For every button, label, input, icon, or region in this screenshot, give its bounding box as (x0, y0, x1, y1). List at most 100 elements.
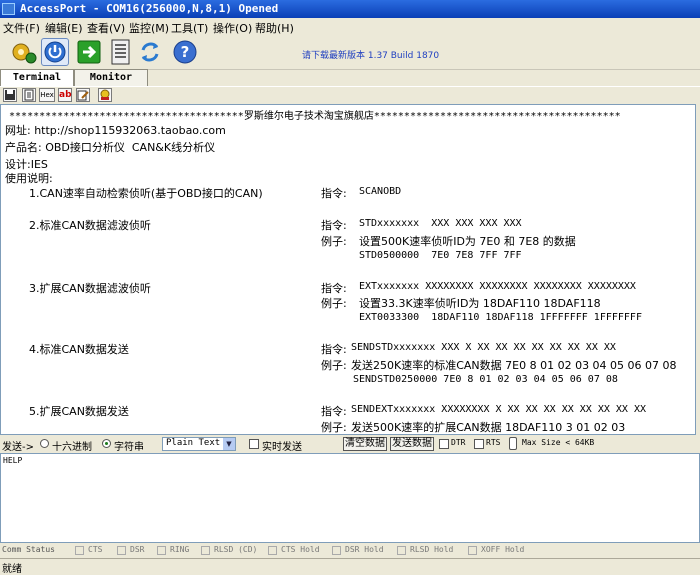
hex-display-button[interactable]: Hex (39, 88, 55, 102)
status-bar: 就绪 (0, 558, 700, 575)
item-text: 设置33.3K速率侦听ID为 18DAF110 18DAF118 (359, 297, 601, 310)
dsr-hold-indicator (332, 546, 341, 555)
banner-line: ***************************************罗… (3, 111, 621, 122)
item-title: 2.标准CAN数据滤波侦听 (29, 219, 151, 232)
rts-label: RTS (486, 438, 501, 447)
crlf-icon[interactable] (98, 88, 112, 102)
menu-edit[interactable]: 编辑(E) (45, 20, 83, 36)
item-label: 例子: (321, 297, 351, 310)
item-title: 1.CAN速率自动检索侦听(基于OBD接口的CAN) (29, 187, 263, 200)
rlsd-indicator (201, 546, 210, 555)
document-icon[interactable] (106, 38, 134, 66)
tab-monitor[interactable]: Monitor (74, 69, 148, 86)
ring-indicator (157, 546, 166, 555)
dsr-label: DSR (130, 545, 145, 554)
website-line: 网址: http://shop115932063.taobao.com (5, 124, 226, 137)
chevron-down-icon[interactable]: ▼ (223, 438, 235, 450)
menu-bar: 文件(F) 编辑(E) 查看(V) 监控(M) 工具(T) 操作(O) 帮助(H… (0, 18, 700, 35)
item-text: STDxxxxxxx XXX XXX XXX XXX (359, 218, 522, 229)
clear-page-icon[interactable] (22, 88, 36, 102)
item-label: 指令: (321, 282, 351, 295)
xoff-hold-indicator (468, 546, 477, 555)
edit-icon[interactable] (76, 88, 90, 102)
hex-radio[interactable] (40, 439, 49, 448)
realtime-send-checkbox[interactable] (249, 439, 259, 449)
forward-arrow-icon[interactable] (75, 38, 103, 66)
item-title: 3.扩展CAN数据滤波侦听 (29, 282, 151, 295)
comm-status-label: Comm Status (2, 545, 55, 554)
power-icon[interactable] (41, 38, 69, 66)
item-label: 指令: (321, 343, 347, 356)
send-input-area[interactable]: HELP (0, 453, 700, 543)
refresh-icon[interactable] (136, 38, 164, 66)
text-mode-select[interactable]: Plain Text ▼ (162, 437, 236, 451)
rts-checkbox[interactable] (474, 439, 484, 449)
product-line: 产品名: OBD接口分析仪 CAN&K线分析仪 (5, 141, 216, 154)
hex-radio-label: 十六进制 (52, 442, 92, 453)
terminal-toolbar: Hex ab (0, 86, 700, 104)
menu-file[interactable]: 文件(F) (3, 20, 40, 36)
item-label: 指令: (321, 219, 351, 232)
send-label: 发送-> (2, 442, 34, 453)
dsr-indicator (117, 546, 126, 555)
tab-terminal[interactable]: Terminal (0, 69, 74, 86)
item-text: SENDSTDxxxxxxx XXX X XX XX XX XX XX XX X… (351, 342, 616, 353)
cts-label: CTS (88, 545, 103, 554)
string-radio-label: 字符串 (114, 442, 144, 453)
item-label: 例子: (321, 421, 347, 434)
max-size-label: Max Size < 64KB (522, 438, 595, 447)
dsr-hold-label: DSR Hold (345, 545, 384, 554)
app-icon (2, 3, 15, 15)
item-label: 指令: (321, 187, 351, 200)
size-indicator (509, 437, 517, 450)
menu-monitor[interactable]: 监控(M) (129, 20, 169, 36)
clear-data-button[interactable]: 清空数据 (343, 437, 387, 451)
item-title: 4.标准CAN数据发送 (29, 343, 129, 356)
dtr-checkbox[interactable] (439, 439, 449, 449)
cts-hold-indicator (268, 546, 277, 555)
item-text: 发送500K速率的扩展CAN数据 18DAF110 3 01 02 03 (351, 421, 626, 434)
item-title: 5.扩展CAN数据发送 (29, 405, 129, 418)
send-input-text: HELP (3, 456, 23, 465)
item-text: STD0500000 7E0 7E8 7FF 7FF (359, 250, 522, 261)
string-display-button[interactable]: ab (58, 88, 72, 102)
svg-text:?: ? (181, 43, 190, 61)
item-text: SCANOBD (359, 186, 402, 197)
string-radio[interactable] (102, 439, 111, 448)
rlsd-hold-indicator (397, 546, 406, 555)
window-title: AccessPort - COM16(256000,N,8,1) Opened (20, 2, 279, 15)
item-text: EXTxxxxxxx XXXXXXXX XXXXXXXX XXXXXXXX XX… (359, 281, 636, 292)
item-label: 指令: (321, 405, 347, 418)
item-text: SENDEXTxxxxxxx XXXXXXXX X XX XX XX XX XX… (351, 404, 647, 415)
rlsd-label: RLSD (CD) (214, 545, 258, 554)
comm-status-bar: Comm Status CTS DSR RING RLSD (CD) CTS H… (0, 544, 700, 557)
item-label: 例子: (321, 235, 351, 248)
ring-label: RING (170, 545, 190, 554)
rlsd-hold-label: RLSD Hold (410, 545, 454, 554)
item-label: 例子: (321, 359, 347, 372)
menu-view[interactable]: 查看(V) (87, 20, 125, 36)
update-notice[interactable]: 请下载最新版本 1.37 Build 1870 (302, 48, 439, 61)
title-bar: AccessPort - COM16(256000,N,8,1) Opened (0, 0, 700, 18)
help-icon[interactable]: ? (171, 38, 199, 66)
menu-operation[interactable]: 操作(O) (213, 20, 252, 36)
xoff-hold-label: XOFF Hold (481, 545, 525, 554)
terminal-output[interactable]: ***************************************罗… (0, 104, 696, 435)
menu-help[interactable]: 帮助(H) (255, 20, 294, 36)
usage-line: 使用说明: (5, 172, 53, 185)
cts-indicator (75, 546, 84, 555)
main-toolbar: ? 请下载最新版本 1.37 Build 1870 (0, 35, 700, 70)
text-mode-value: Plain Text (166, 438, 221, 448)
send-options-bar: 发送-> 十六进制 字符串 Plain Text ▼ 实时发送 清空数据 发送数… (0, 436, 700, 453)
cts-hold-label: CTS Hold (281, 545, 320, 554)
settings-gear-icon[interactable] (10, 38, 38, 66)
realtime-send-label: 实时发送 (262, 442, 302, 453)
item-text: SENDSTD0250000 7E0 8 01 02 03 04 05 06 0… (353, 374, 618, 385)
item-text: 发送250K速率的标准CAN数据 7E0 8 01 02 03 04 05 06… (351, 359, 677, 372)
item-text: 设置500K速率侦听ID为 7E0 和 7E8 的数据 (359, 235, 576, 248)
send-data-button[interactable]: 发送数据 (390, 437, 434, 451)
save-icon[interactable] (3, 88, 17, 102)
item-text: EXT0033300 18DAF110 18DAF118 1FFFFFFF 1F… (359, 312, 642, 323)
dtr-label: DTR (451, 438, 466, 447)
menu-tools[interactable]: 工具(T) (171, 20, 208, 36)
